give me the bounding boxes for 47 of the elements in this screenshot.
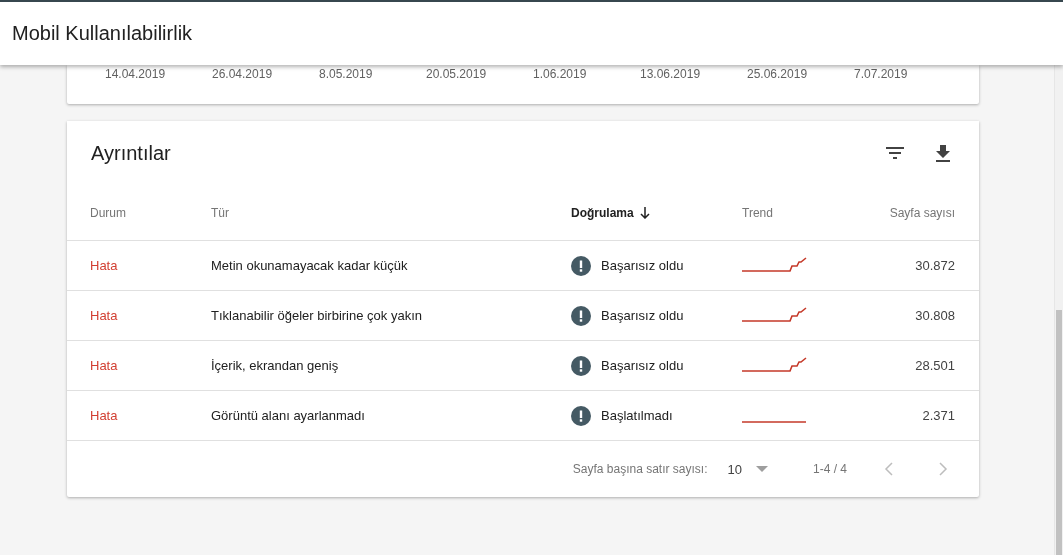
rows-per-page-select[interactable]: 10 [727,461,768,477]
card-title: Ayrıntılar [91,141,172,165]
alert-icon [571,255,591,276]
column-header[interactable]: Sayfa sayısı [842,205,955,220]
validation-text: Başarısız oldu [601,308,684,323]
caret-icon [755,466,768,472]
trend-sparkline [742,421,807,423]
status-text: Hata [90,408,119,423]
axis-label: 1.06.2019 [533,67,588,81]
issue-type: İçerik, ekrandan geniş [211,358,340,373]
trend-sparkline [742,356,807,372]
page-range: 1-4 / 4 [812,462,847,476]
scrollbar[interactable] [1054,65,1063,555]
axis-label: 26.04.2019 [212,67,274,81]
page-count: 30.808 [914,308,955,323]
arrow-down-icon [639,206,650,219]
validation-text: Başlatılmadı [601,408,673,423]
column-header[interactable]: Tür [211,205,571,220]
issue-type: Görüntü alanı ayarlanmadı [211,408,366,423]
column-header[interactable]: Doğrulama [571,205,742,220]
axis-label: 20.05.2019 [426,67,488,81]
alert-icon [571,305,591,326]
axis-label: 13.06.2019 [640,67,702,81]
status-text: Hata [90,308,119,323]
status-text: Hata [90,258,119,273]
trend-sparkline [742,306,807,322]
trend-sparkline [742,256,807,272]
validation-text: Başarısız oldu [601,258,684,273]
page-count: 2.371 [921,408,955,423]
axis-label: 7.07.2019 [854,67,909,81]
alert-icon [571,355,591,376]
axis-label: 25.06.2019 [747,67,809,81]
page-count: 28.501 [914,358,955,373]
column-header[interactable]: Durum [90,205,211,220]
validation-text: Başarısız oldu [601,358,684,373]
page-title: Mobil Kullanılabilirlik [12,22,193,45]
chevron-right-icon [938,462,948,476]
chevron-left-icon [884,462,894,476]
axis-label: 14.04.2019 [105,67,167,81]
alert-icon [571,405,591,426]
page-count: 30.872 [914,258,955,273]
issue-type: Tıklanabilir öğeler birbirine çok yakın [211,308,423,323]
axis-label: 8.05.2019 [319,67,374,81]
status-text: Hata [90,358,119,373]
column-header[interactable]: Trend [742,205,842,220]
rows-per-page-label: Sayfa başına satır sayısı: [572,462,708,476]
issue-type: Metin okunamayacak kadar küçük [211,258,409,273]
